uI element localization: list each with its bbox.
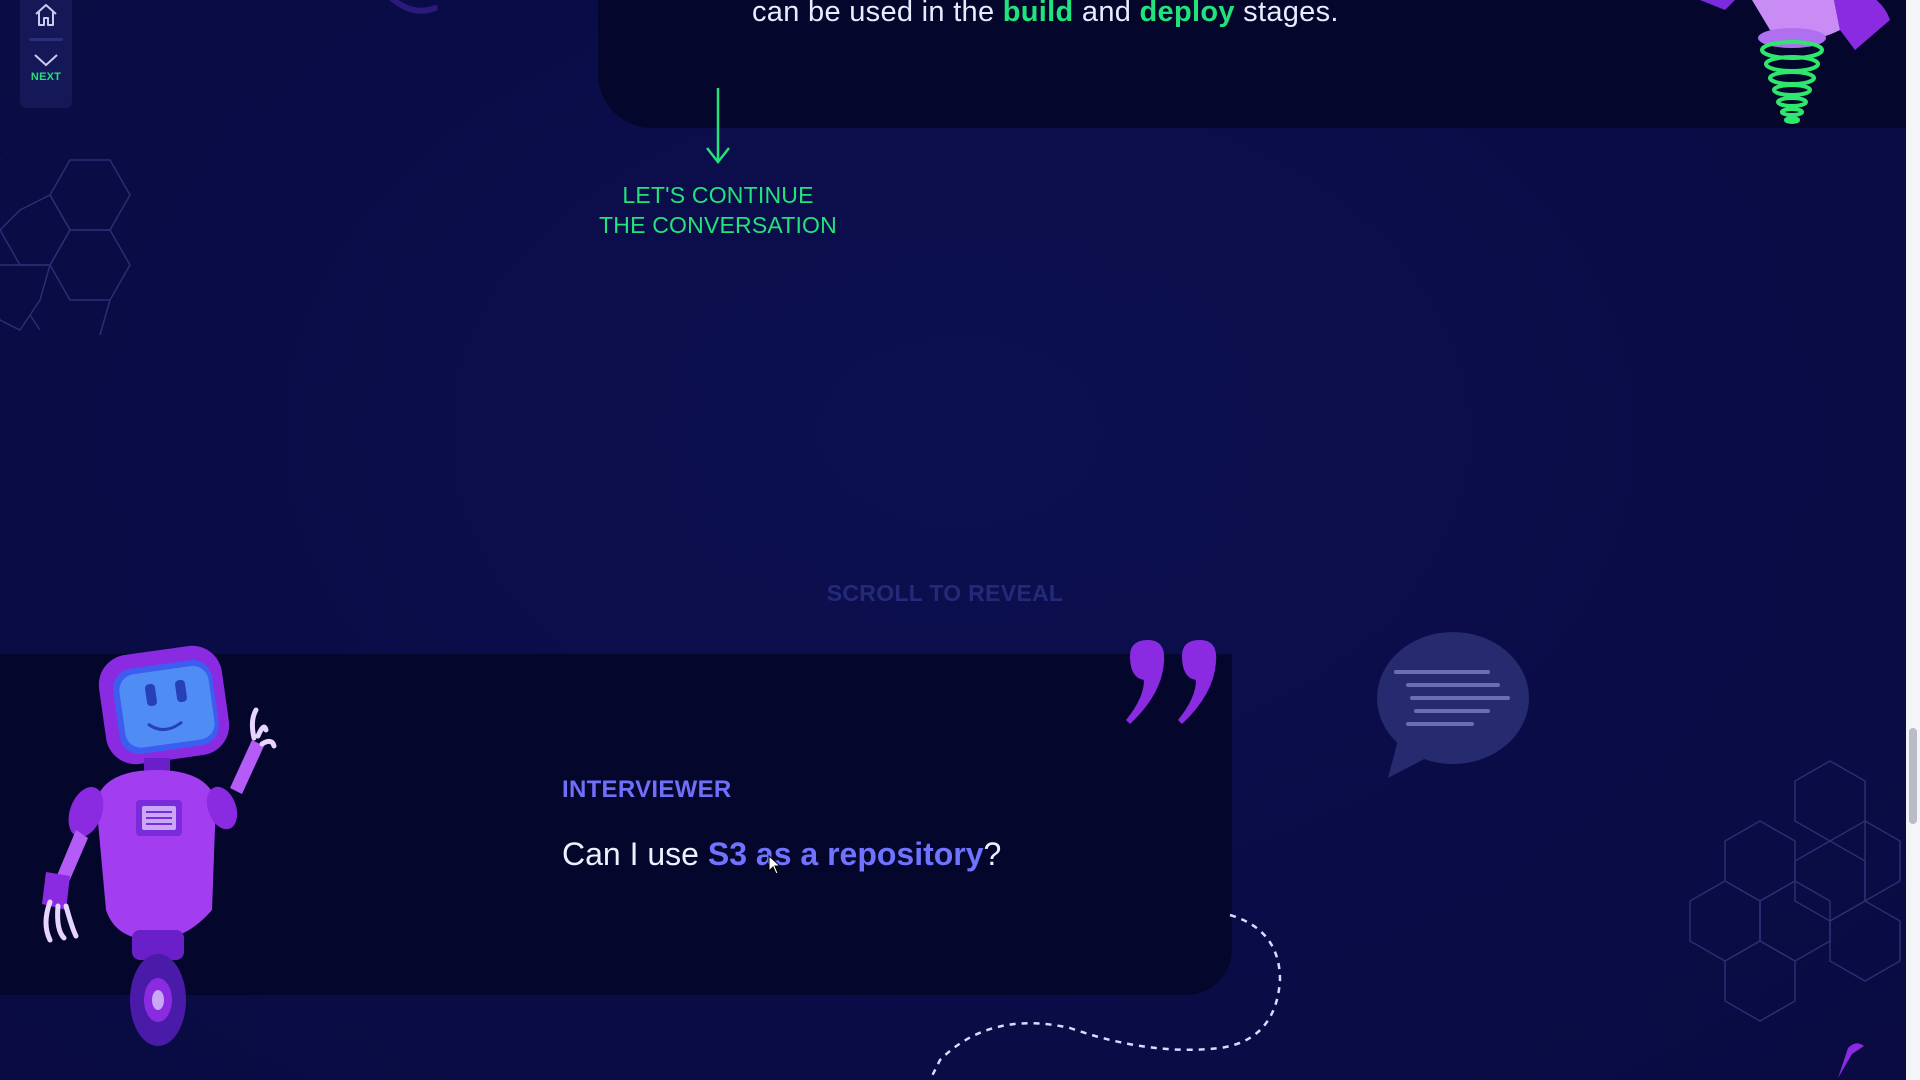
decorative-dashed-path xyxy=(928,913,1282,1080)
answer-text: can be used in the build and deploy stag… xyxy=(752,0,1339,29)
answer-text-part: stages. xyxy=(1234,0,1339,28)
nav-divider xyxy=(29,38,63,41)
mouse-cursor-icon xyxy=(768,855,782,875)
answer-text-part: can be used in the xyxy=(752,0,1003,28)
question-text-part: Can I use xyxy=(562,836,708,872)
next-label: NEXT xyxy=(30,71,62,83)
rocket-illustration xyxy=(1700,0,1890,124)
hexagon-pattern-right xyxy=(1689,760,1901,1022)
home-button[interactable] xyxy=(28,0,64,32)
answer-highlight-build: build xyxy=(1002,0,1074,28)
chevron-down-icon xyxy=(34,54,58,67)
continue-line-2: THE CONVERSATION xyxy=(599,212,837,238)
next-button[interactable]: NEXT xyxy=(31,53,61,83)
question-highlight[interactable]: S3 as a repository xyxy=(708,836,984,872)
speaker-role: INTERVIEWER xyxy=(562,776,732,803)
quote-mark-icon xyxy=(1126,640,1217,724)
scrollbar-track[interactable] xyxy=(1906,0,1920,1080)
decorative-mark xyxy=(1838,1043,1864,1078)
scroll-to-reveal-hint: SCROLL TO REVEAL xyxy=(826,580,1064,606)
page: NEXT can be used in the build and deploy… xyxy=(0,0,1920,1080)
arrow-down-icon xyxy=(706,88,730,165)
side-navigation: NEXT xyxy=(20,0,72,108)
home-icon xyxy=(35,4,57,26)
question-text-part: ? xyxy=(983,836,1002,872)
continue-conversation-link[interactable]: LET'S CONTINUE THE CONVERSATION xyxy=(570,180,866,240)
answer-text-part: and xyxy=(1073,0,1140,28)
robot-illustration xyxy=(42,645,277,1046)
continue-line-1: LET'S CONTINUE xyxy=(622,182,814,208)
decorative-swoosh xyxy=(389,0,438,14)
answer-highlight-deploy: deploy xyxy=(1139,0,1235,28)
scrollbar-thumb[interactable] xyxy=(1909,728,1917,824)
speech-bubble-icon xyxy=(1377,632,1529,778)
hexagon-pattern-left xyxy=(0,158,131,336)
